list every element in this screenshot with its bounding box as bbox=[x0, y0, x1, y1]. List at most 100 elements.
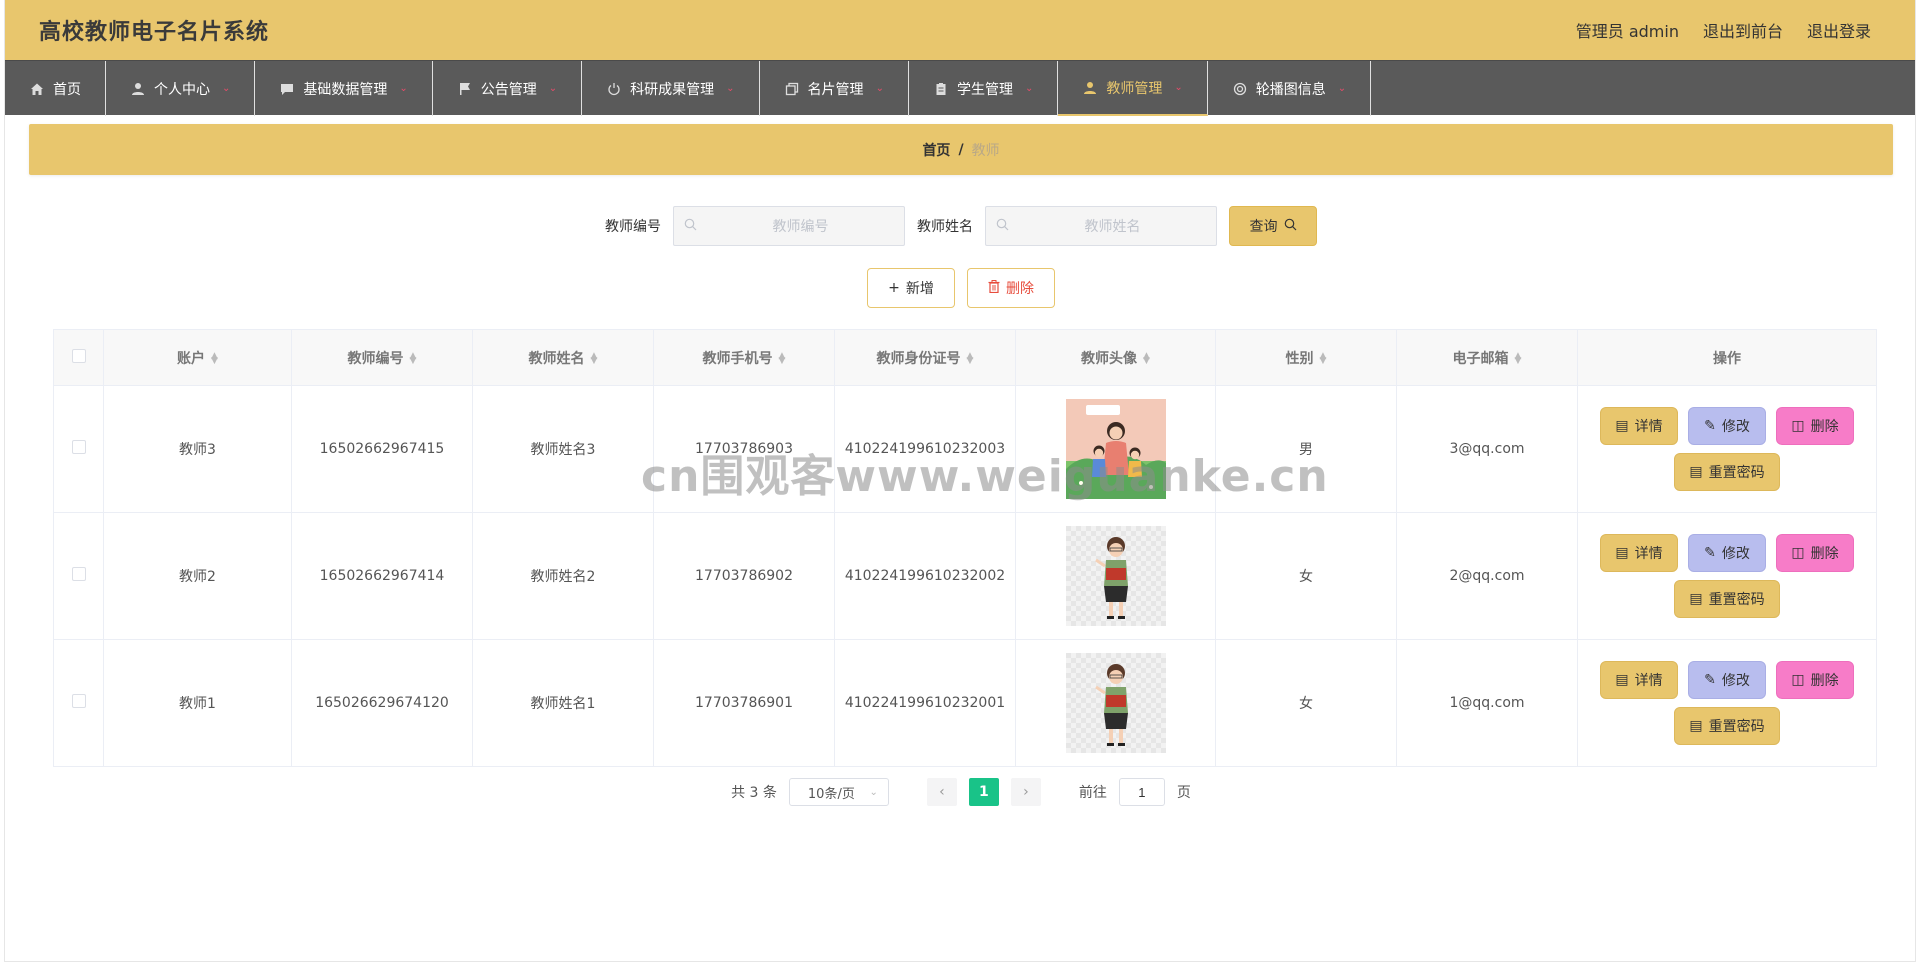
nav-personal-center[interactable]: 个人中心 ⌄ bbox=[106, 61, 256, 116]
nav-basic-data-label: 基础数据管理 bbox=[303, 81, 388, 98]
teacher-no-input[interactable] bbox=[697, 218, 904, 234]
total-count: 共 3 条 bbox=[731, 785, 777, 801]
nav-research[interactable]: 科研成果管理 ⌄ bbox=[582, 61, 760, 116]
nav-basic-data[interactable]: 基础数据管理 ⌄ bbox=[255, 61, 433, 116]
col-email-label: 电子邮箱 bbox=[1452, 350, 1509, 367]
pencil-icon: ✎ bbox=[1704, 672, 1716, 688]
header-actions: 管理员 admin 退出到前台 退出登录 bbox=[1576, 18, 1915, 42]
breadcrumb-current: 教师 bbox=[971, 142, 1000, 159]
main-nav: 首页 个人中心 ⌄ 基础数据管理 ⌄ 公告管理 ⌄ 科研成果管理 ⌄ 名片管理 … bbox=[5, 60, 1915, 116]
query-button[interactable]: 查询 bbox=[1229, 206, 1317, 246]
plus-icon: + bbox=[888, 280, 900, 296]
col-account-label: 账户 bbox=[177, 350, 206, 367]
nav-card[interactable]: 名片管理 ⌄ bbox=[760, 61, 909, 116]
chevron-down-icon: ⌄ bbox=[1024, 83, 1034, 94]
detail-button[interactable]: ▤ 详情 bbox=[1600, 534, 1678, 572]
nav-student[interactable]: 学生管理 ⌄ bbox=[909, 61, 1059, 116]
doc-icon: ▤ bbox=[1689, 718, 1703, 734]
search-icon bbox=[996, 218, 1009, 235]
edit-label: 修改 bbox=[1721, 419, 1750, 435]
table-row: 教师1 165026629674120 教师姓名1 17703786901 41… bbox=[53, 639, 1877, 767]
batch-delete-button[interactable]: 删除 bbox=[967, 268, 1055, 308]
reset-password-label: 重置密码 bbox=[1708, 592, 1765, 608]
col-gender[interactable]: 性别 ▲ ▼ bbox=[1215, 329, 1397, 386]
chevron-down-icon: ⌄ bbox=[548, 83, 558, 94]
family-illustration-icon[interactable] bbox=[1065, 399, 1166, 499]
detail-label: 详情 bbox=[1634, 419, 1663, 435]
prev-page-button[interactable]: ‹ bbox=[926, 778, 957, 806]
chevron-down-icon: ⌄ bbox=[399, 83, 408, 94]
chevron-down-icon: ⌄ bbox=[869, 786, 878, 798]
edit-button[interactable]: ✎ 修改 bbox=[1688, 534, 1766, 572]
nav-card-label: 名片管理 bbox=[807, 81, 864, 98]
pencil-icon: ✎ bbox=[1704, 545, 1716, 561]
delete-button[interactable]: ◫ 删除 bbox=[1776, 661, 1854, 699]
cell-phone: 17703786903 bbox=[653, 385, 835, 513]
col-email[interactable]: 电子邮箱 ▲ ▼ bbox=[1396, 329, 1578, 386]
detail-button[interactable]: ▤ 详情 bbox=[1600, 407, 1678, 445]
col-avatar[interactable]: 教师头像 ▲ ▼ bbox=[1015, 329, 1216, 386]
goto-label: 前往 bbox=[1078, 785, 1107, 801]
breadcrumb: 首页 / 教师 bbox=[29, 124, 1893, 175]
reset-password-button[interactable]: ▤ 重置密码 bbox=[1674, 580, 1780, 618]
reset-password-button[interactable]: ▤ 重置密码 bbox=[1674, 707, 1780, 745]
chat-icon bbox=[279, 81, 295, 97]
page-number-button[interactable]: 1 bbox=[968, 778, 999, 806]
row-checkbox[interactable] bbox=[71, 440, 86, 454]
logout-link[interactable]: 退出登录 bbox=[1807, 18, 1871, 42]
delete-button[interactable]: ◫ 删除 bbox=[1776, 407, 1854, 445]
delete-button[interactable]: ◫ 删除 bbox=[1776, 534, 1854, 572]
cell-avatar bbox=[1015, 512, 1216, 640]
teacher-table: 账户 ▲ ▼ 教师编号 ▲ ▼ 教师姓名 ▲ ▼ 教师手机号 ▲ ▼ 教师身份证号 ▲ ▼ 教师头像… bbox=[53, 329, 1877, 767]
select-all-checkbox[interactable] bbox=[71, 348, 86, 363]
chevron-down-icon: ⌄ bbox=[726, 83, 735, 94]
goto-page-input[interactable] bbox=[1118, 778, 1165, 806]
breadcrumb-home[interactable]: 首页 bbox=[922, 140, 950, 160]
nav-carousel[interactable]: 轮播图信息 ⌄ bbox=[1208, 61, 1372, 116]
reset-password-button[interactable]: ▤ 重置密码 bbox=[1674, 453, 1780, 491]
col-account[interactable]: 账户 ▲ ▼ bbox=[103, 329, 292, 386]
trash-icon: ◫ bbox=[1791, 545, 1805, 561]
teacher-name-label: 教师姓名 bbox=[917, 219, 973, 235]
user-icon bbox=[130, 81, 146, 97]
cell-avatar bbox=[1015, 385, 1216, 513]
col-teacher-name[interactable]: 教师姓名 ▲ ▼ bbox=[472, 329, 654, 386]
nav-home[interactable]: 首页 bbox=[5, 61, 106, 116]
reset-password-label: 重置密码 bbox=[1708, 719, 1765, 735]
nav-home-label: 首页 bbox=[53, 81, 81, 98]
cell-teacher-no: 16502662967414 bbox=[291, 512, 473, 640]
delete-label: 删除 bbox=[1810, 419, 1839, 435]
search-icon bbox=[1284, 218, 1297, 235]
teacher-no-label: 教师编号 bbox=[605, 219, 661, 235]
page-size-select[interactable]: 10条/页 ⌄ bbox=[788, 778, 889, 806]
nav-announcement[interactable]: 公告管理 ⌄ bbox=[433, 61, 583, 116]
edit-button[interactable]: ✎ 修改 bbox=[1688, 661, 1766, 699]
add-button-label: 新增 bbox=[905, 281, 934, 297]
nav-announcement-label: 公告管理 bbox=[480, 81, 537, 98]
col-phone[interactable]: 教师手机号 ▲ ▼ bbox=[653, 329, 835, 386]
row-operations: ▤ 详情 ✎ 修改 ◫ 删除 ▤ 重置密码 bbox=[1597, 407, 1857, 491]
teacher-illustration-icon[interactable] bbox=[1065, 526, 1166, 626]
delete-label: 删除 bbox=[1810, 673, 1839, 689]
teacher-illustration-icon[interactable] bbox=[1065, 653, 1166, 753]
add-button[interactable]: + 新增 bbox=[867, 268, 955, 308]
nav-research-label: 科研成果管理 bbox=[630, 81, 715, 98]
col-operations: 操作 bbox=[1577, 329, 1877, 386]
detail-button[interactable]: ▤ 详情 bbox=[1600, 661, 1678, 699]
exit-to-front-link[interactable]: 退出到前台 bbox=[1703, 18, 1783, 42]
teacher-name-input[interactable] bbox=[1009, 218, 1216, 234]
col-id-card[interactable]: 教师身份证号 ▲ ▼ bbox=[834, 329, 1016, 386]
nav-carousel-label: 轮播图信息 bbox=[1255, 81, 1326, 98]
cell-email: 3@qq.com bbox=[1396, 385, 1578, 513]
edit-button[interactable]: ✎ 修改 bbox=[1688, 407, 1766, 445]
row-checkbox[interactable] bbox=[71, 694, 86, 708]
col-id-card-label: 教师身份证号 bbox=[876, 350, 961, 367]
cell-operations: ▤ 详情 ✎ 修改 ◫ 删除 ▤ 重置密码 bbox=[1577, 639, 1877, 767]
col-teacher-no[interactable]: 教师编号 ▲ ▼ bbox=[291, 329, 473, 386]
nav-teacher[interactable]: 教师管理 ⌄ bbox=[1058, 61, 1208, 116]
nav-student-label: 学生管理 bbox=[956, 81, 1013, 98]
row-checkbox[interactable] bbox=[71, 567, 86, 581]
next-page-button[interactable]: › bbox=[1010, 778, 1041, 806]
sort-icon: ▲ ▼ bbox=[1319, 350, 1327, 366]
cell-account: 教师3 bbox=[103, 385, 292, 513]
